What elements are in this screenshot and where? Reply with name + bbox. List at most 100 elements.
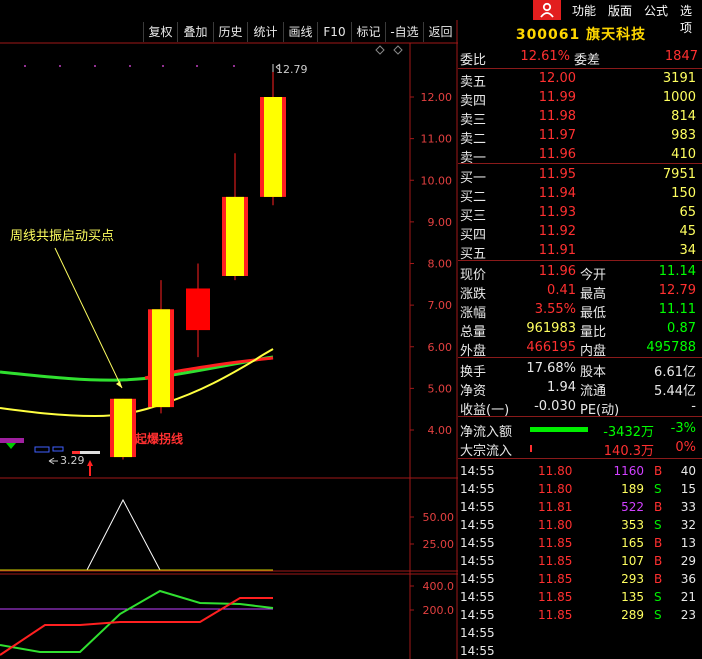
tick-row: 14:55 11.85 165 B 13 [458,535,702,553]
ask-volume: 410 [671,147,696,162]
low-arrow-icon [48,457,58,465]
annotation-arrow-icon [116,381,122,388]
tick-side: B [654,572,663,586]
bid-price: 11.95 [538,167,576,182]
bid-row: 买四 11.92 45 [458,224,702,243]
tick-volume: 522 [621,500,644,514]
tick-row: 14:55 11.81 522 B 33 [458,499,702,517]
bid-price: 11.92 [538,224,576,239]
tool-overlay-button[interactable]: 叠加 [177,22,213,42]
stat-value: 12.79 [658,283,696,298]
candle-body-down[interactable] [186,288,210,331]
stat-row: 现价 11.96 今开 11.14 [458,264,702,283]
ask-label: 卖五 [460,75,487,90]
bid-volume: 150 [671,186,696,201]
fundamental-value: 1.94 [547,380,576,395]
price-axis: 12.00 11.00 10.00 9.00 8.00 7.00 6.00 5.00 4.00 [410,91,452,437]
tool-restore-rights-button[interactable]: 复权 [143,22,177,42]
tick-price: 11.81 [538,500,573,514]
ask-volume: 983 [671,128,696,143]
sub1-tick-label: 50.00 [423,511,455,524]
tick-count: 40 [680,464,696,478]
chart-toolbar: 复权 叠加 历史 统计 画线 F10 标记 -自选 返回 [0,22,458,42]
tick-row: 14:55 11.85 289 S 23 [458,607,702,625]
candles [110,64,286,460]
tick-side: S [654,608,662,622]
tick-row: 14:55 11.80 189 S 15 [458,481,702,499]
ask-price: 11.97 [538,128,576,143]
flow-bar [530,445,532,452]
tick-volume: 1160 [613,464,644,478]
tool-draw-line-button[interactable]: 画线 [283,22,317,42]
stat-value: 495788 [646,340,696,355]
tick-row: 14:55 [458,625,702,643]
stat-row: 涨幅 3.55% 最低 11.11 [458,302,702,321]
flow-label: 大宗流入 [460,444,513,459]
kline-chart[interactable]: 12.0011.0010.009.008.007.006.005.004.00 … [0,0,458,659]
tick-time: 14:55 [460,500,495,514]
flow-label: 净流入额 [460,425,513,440]
ask-price: 12.00 [538,71,576,86]
flow-row: 净流入额 -3432万 -3% [458,421,702,440]
diamond-icon[interactable] [393,45,403,55]
fundamental-label: 流通 [580,384,607,399]
bid-volume: 34 [679,243,696,258]
tool-f10-button[interactable]: F10 [317,22,351,42]
quote-panel: 委比 12.61% 委差 1847 卖五 12.00 3191 卖四 11.99 1000… [458,46,702,659]
tick-volume: 107 [621,554,644,568]
tick-row: 14:55 11.85 135 S 21 [458,589,702,607]
app-logo-icon[interactable] [533,0,561,20]
tool-mark-button[interactable]: 标记 [351,22,385,42]
ask-row: 卖五 12.00 3191 [458,71,702,90]
sub1-line [86,498,161,571]
sub2-axis: 400.0 200.0 [410,580,454,617]
tick-count: 36 [680,572,696,586]
candle-body-fill [152,309,170,408]
diamond-icon[interactable] [375,45,385,55]
stat-value: 0.41 [547,283,576,298]
stat-label: 总量 [460,325,487,340]
tool-back-button[interactable]: 返回 [423,22,457,42]
fundamental-value: 17.68% [526,361,576,376]
tick-side: B [654,500,663,514]
flow-row: 大宗流入 140.3万 0% [458,440,702,459]
price-tick-label: 10.00 [421,174,453,187]
stock-code: 300061 [515,27,581,43]
bid-row: 买五 11.91 34 [458,243,702,262]
tool-remove-watch-button[interactable]: -自选 [385,22,423,42]
bid-volume: 45 [679,224,696,239]
tick-volume: 135 [621,590,644,604]
ask-label: 卖四 [460,94,487,109]
stat-row: 外盘 466195 内盘 495788 [458,340,702,359]
menu-layout[interactable]: 版面 [608,2,632,19]
stat-label: 涨跌 [460,287,487,302]
tick-count: 33 [680,500,696,514]
marker-box [34,446,50,453]
menu-formula[interactable]: 公式 [644,2,668,19]
fundamental-value: 6.61亿 [654,365,696,380]
annotation-text: 周线共振启动买点 [10,229,114,244]
fundamental-row: 换手 17.68% 股本 6.61亿 [458,361,702,380]
bid-label: 买二 [460,190,487,205]
fundamental-value: -0.030 [534,399,576,414]
bid-volume: 65 [679,205,696,220]
fundamental-row: 收益(一) -0.030 PE(动) - [458,399,702,418]
tool-statistics-button[interactable]: 统计 [247,22,283,42]
tick-time: 14:55 [460,590,495,604]
bid-row: 买一 11.95 7951 [458,167,702,186]
fundamental-value: 5.44亿 [654,384,696,399]
candle-body-fill [264,97,282,197]
candle-body-fill [226,196,244,276]
tick-price: 11.80 [538,482,573,496]
stat-label: 最低 [580,306,607,321]
tick-count: 32 [680,518,696,532]
tick-price: 11.85 [538,608,573,622]
tool-history-button[interactable]: 历史 [213,22,247,42]
tick-row: 14:55 11.80 1160 B 40 [458,463,702,481]
flow-value: 140.3万 [603,444,654,459]
tick-volume: 293 [621,572,644,586]
menu-function[interactable]: 功能 [572,2,596,19]
ask-row: 卖三 11.98 814 [458,109,702,128]
sub2-tick-label: 200.0 [423,604,455,617]
tick-side: S [654,482,662,496]
